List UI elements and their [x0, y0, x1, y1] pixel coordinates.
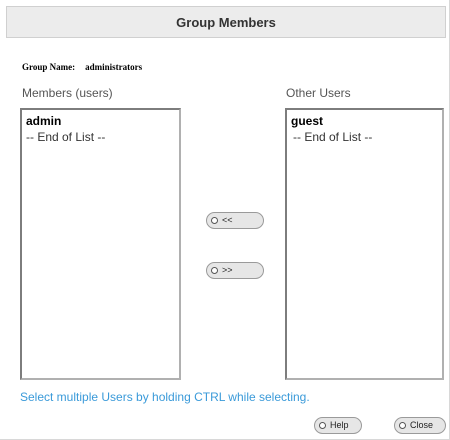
list-item[interactable]: admin [26, 113, 175, 129]
radio-circle-icon [211, 217, 218, 224]
dialog-title-bar: Group Members [6, 6, 446, 38]
close-button[interactable]: Close [394, 417, 446, 434]
move-to-members-label: << [222, 215, 233, 225]
list-item[interactable]: -- End of List -- [291, 129, 438, 145]
move-to-members-button[interactable]: << [206, 212, 264, 229]
radio-circle-icon [211, 267, 218, 274]
group-name-value: administrators [85, 62, 143, 72]
group-name-label: Group Name: [22, 62, 76, 72]
group-name-row: Group Name: administrators [22, 62, 142, 72]
move-to-others-label: >> [222, 265, 233, 275]
members-listbox[interactable]: admin -- End of List -- [20, 108, 181, 380]
selection-hint: Select multiple Users by holding CTRL wh… [20, 390, 310, 404]
list-item[interactable]: guest [291, 113, 438, 129]
help-button[interactable]: Help [314, 417, 362, 434]
members-label: Members (users) [22, 86, 113, 100]
dialog-title: Group Members [176, 14, 276, 30]
other-users-label: Other Users [286, 86, 351, 100]
other-users-listbox[interactable]: guest -- End of List -- [285, 108, 444, 380]
move-to-others-button[interactable]: >> [206, 262, 264, 279]
radio-circle-icon [399, 422, 406, 429]
radio-circle-icon [319, 422, 326, 429]
close-label: Close [410, 420, 434, 430]
help-label: Help [330, 420, 349, 430]
list-item[interactable]: -- End of List -- [26, 129, 175, 145]
